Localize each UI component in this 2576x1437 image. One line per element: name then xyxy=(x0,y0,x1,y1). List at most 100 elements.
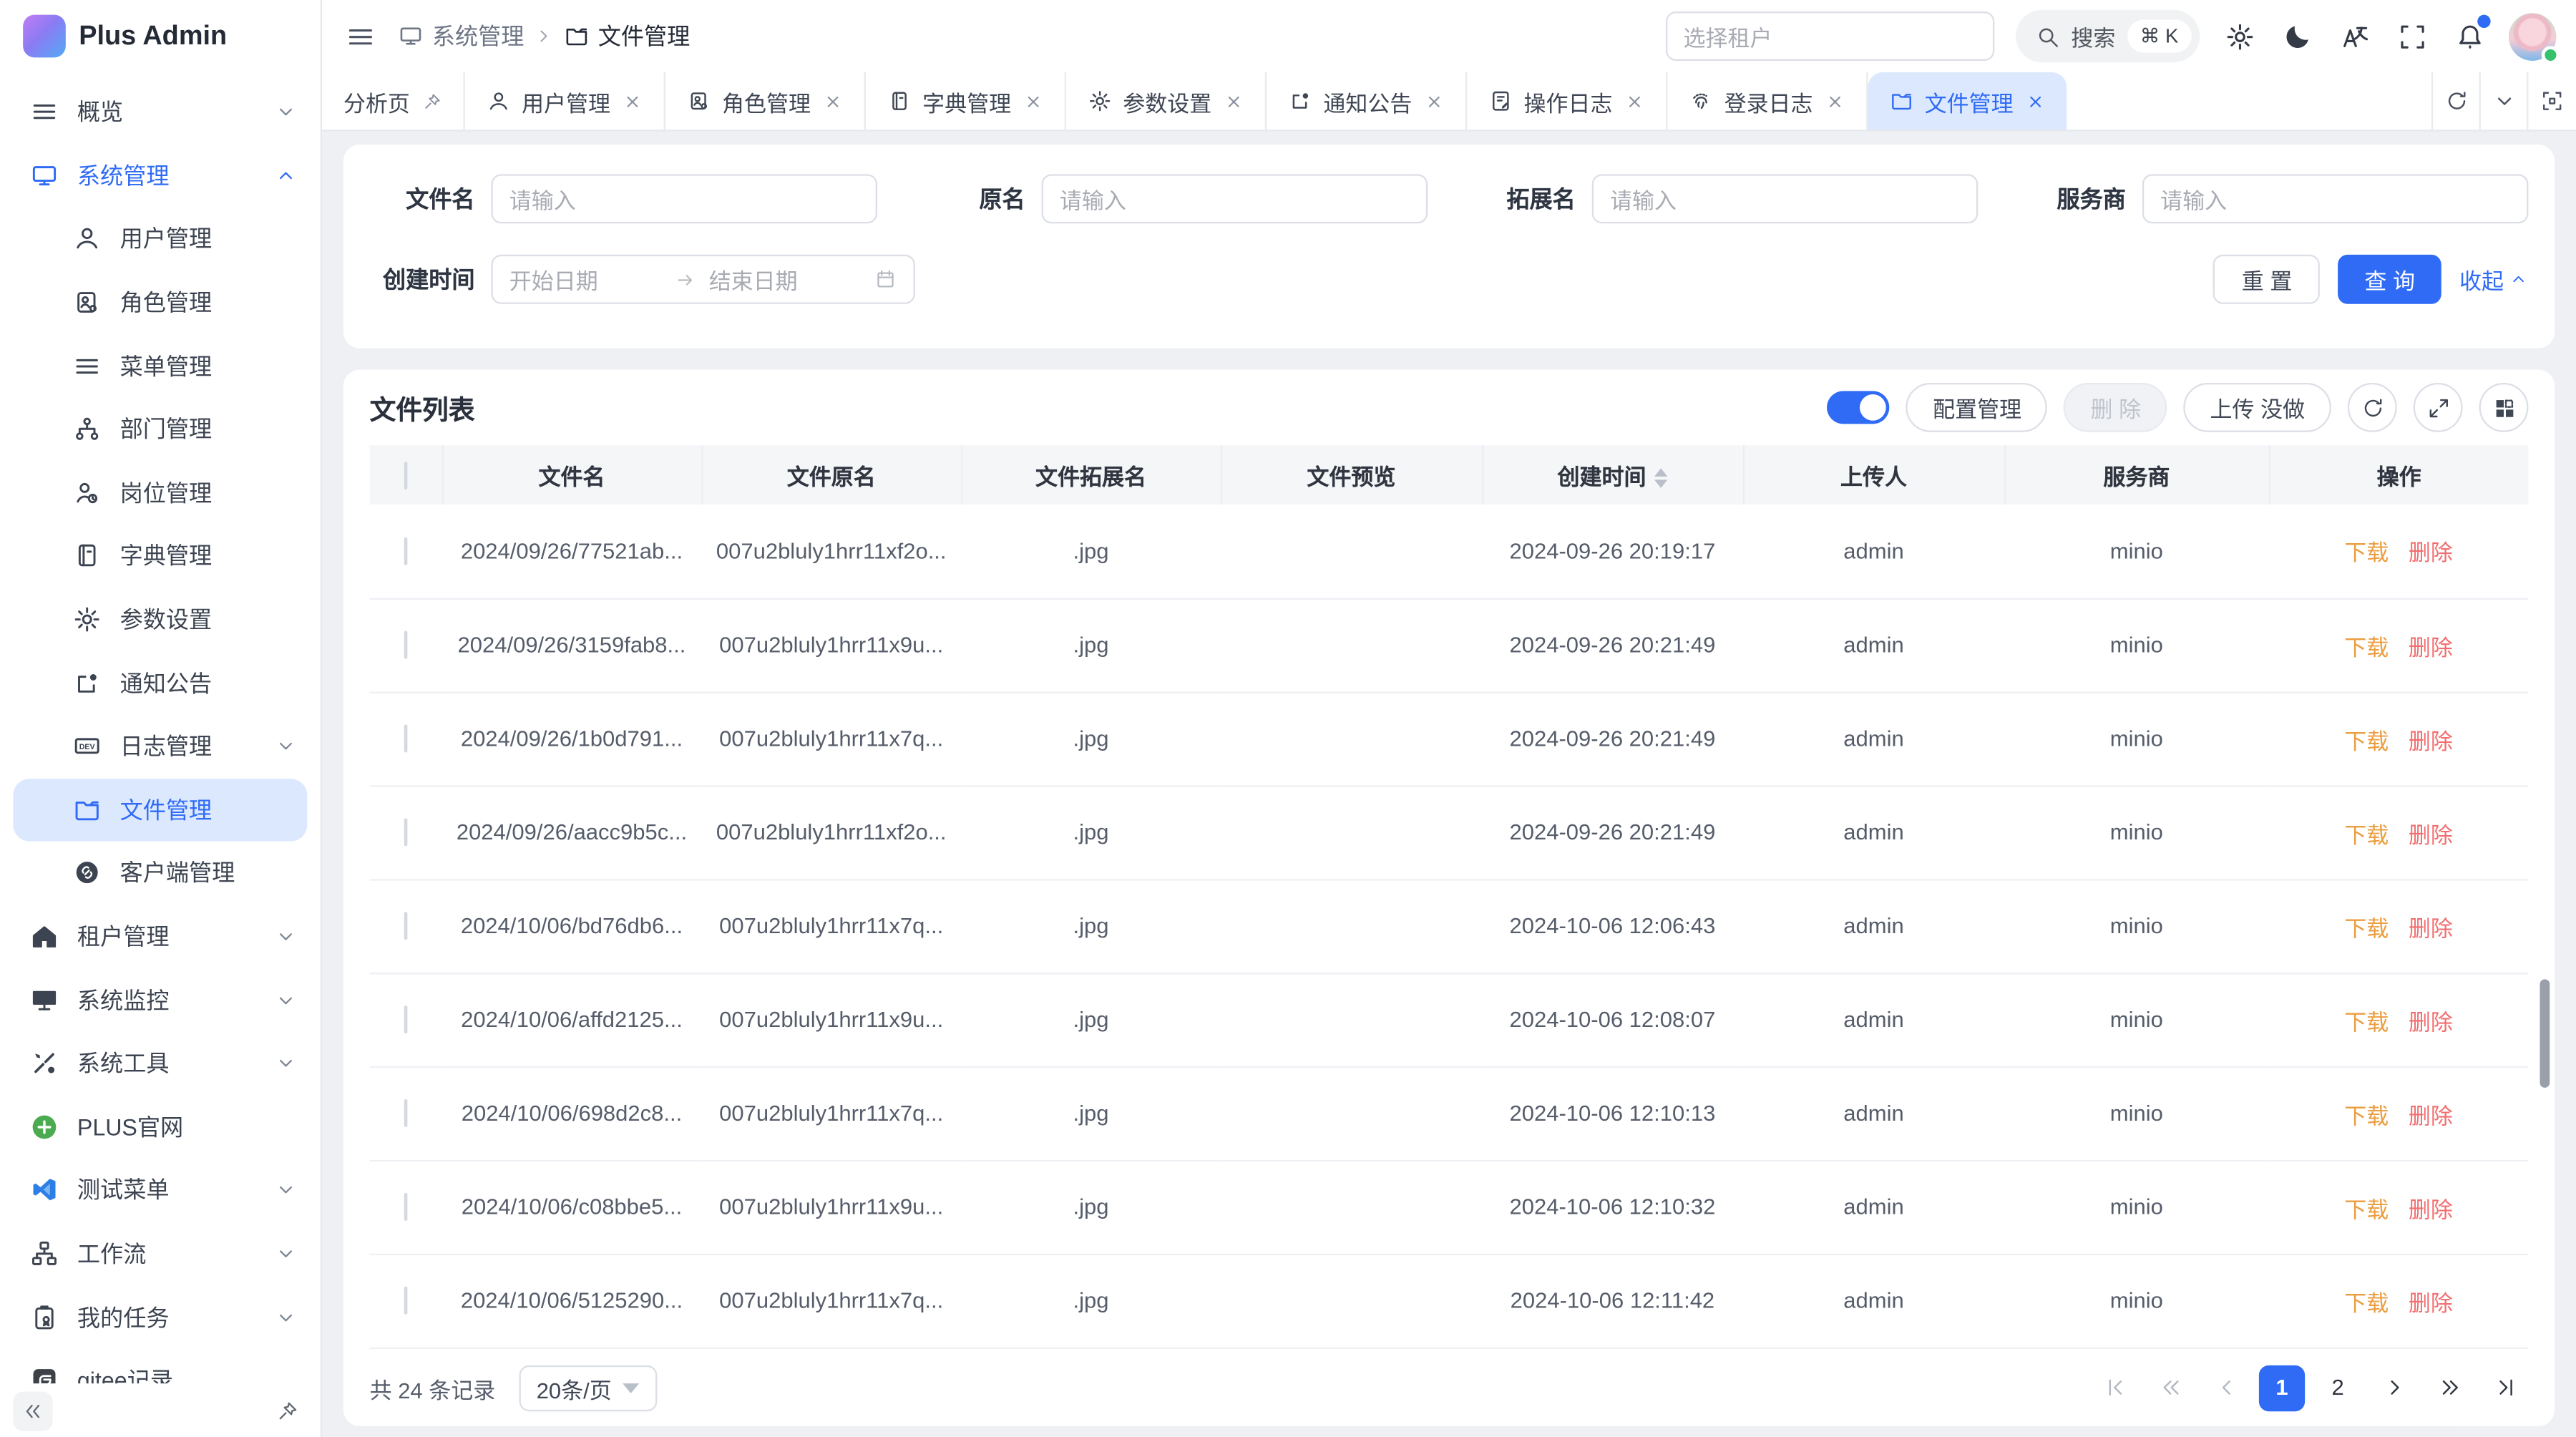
tab-4[interactable]: 参数设置 xyxy=(1065,72,1266,130)
delete-link[interactable]: 删除 xyxy=(2409,910,2453,942)
close-icon[interactable] xyxy=(2025,91,2045,111)
delete-link[interactable]: 删除 xyxy=(2409,535,2453,568)
sidebar-item-4[interactable]: 菜单管理 xyxy=(0,334,321,398)
sidebar-item-13[interactable]: 租户管理 xyxy=(0,905,321,968)
tab-6[interactable]: 操作日志 xyxy=(1466,72,1667,130)
sidebar-item-10[interactable]: DEV日志管理 xyxy=(0,715,321,779)
pgnext2-button[interactable] xyxy=(2426,1365,2472,1411)
select-all-checkbox[interactable] xyxy=(404,461,407,489)
notifications-button[interactable] xyxy=(2451,18,2488,54)
tab-8[interactable]: 文件管理 xyxy=(1867,72,2066,130)
sidebar-item-19[interactable]: 我的任务 xyxy=(0,1285,321,1349)
tab-2[interactable]: 角色管理 xyxy=(665,72,865,130)
delete-link[interactable]: 删除 xyxy=(2409,722,2453,755)
tab-refresh-button[interactable] xyxy=(2433,72,2481,130)
page-button-2[interactable]: 2 xyxy=(2315,1365,2361,1411)
tab-7[interactable]: 登录日志 xyxy=(1667,72,1867,130)
pin-icon[interactable] xyxy=(421,91,441,111)
sidebar-item-2[interactable]: 用户管理 xyxy=(0,208,321,271)
filename-input[interactable]: 请输入 xyxy=(491,174,877,223)
refresh-table-button[interactable] xyxy=(2348,383,2397,432)
sidebar-item-0[interactable]: 概览 xyxy=(0,81,321,145)
tab-1[interactable]: 用户管理 xyxy=(464,72,665,130)
search-toggle[interactable] xyxy=(1828,391,1890,424)
tab-3[interactable]: 字典管理 xyxy=(865,72,1065,130)
origin-name-input[interactable]: 请输入 xyxy=(1042,174,1428,223)
pgfirst-button[interactable] xyxy=(2092,1365,2137,1411)
delete-link[interactable]: 删除 xyxy=(2409,1003,2453,1036)
close-icon[interactable] xyxy=(822,91,842,111)
expand-table-button[interactable] xyxy=(2414,383,2463,432)
sidebar-item-16[interactable]: PLUS官网 xyxy=(0,1095,321,1159)
delete-link[interactable]: 删除 xyxy=(2409,1190,2453,1223)
sidebar-item-9[interactable]: 通知公告 xyxy=(0,651,321,715)
row-checkbox[interactable] xyxy=(404,818,408,846)
row-checkbox[interactable] xyxy=(404,1193,408,1221)
download-link[interactable]: 下载 xyxy=(2344,816,2389,849)
config-manage-button[interactable]: 配置管理 xyxy=(1906,383,2047,432)
upload-button[interactable]: 上传 没做 xyxy=(2184,383,2331,432)
sort-icon[interactable] xyxy=(1654,469,1667,489)
table-scrollbar[interactable] xyxy=(2540,979,2550,1088)
row-checkbox[interactable] xyxy=(404,1099,408,1127)
tab-maximize-button[interactable] xyxy=(2528,72,2576,130)
sidebar-item-8[interactable]: 参数设置 xyxy=(0,588,321,651)
delete-button[interactable]: 删 除 xyxy=(2064,383,2167,432)
delete-link[interactable]: 删除 xyxy=(2409,816,2453,849)
language-button[interactable] xyxy=(2336,18,2373,54)
row-checkbox[interactable] xyxy=(404,912,408,940)
close-icon[interactable] xyxy=(1423,91,1443,111)
sidebar-item-7[interactable]: 字典管理 xyxy=(0,525,321,588)
date-range-input[interactable]: 开始日期 结束日期 xyxy=(491,255,914,304)
fullscreen-button[interactable] xyxy=(2394,18,2430,54)
close-icon[interactable] xyxy=(1624,91,1644,111)
close-icon[interactable] xyxy=(622,91,642,111)
tab-0[interactable]: 分析页 xyxy=(322,72,464,130)
provider-input[interactable]: 请输入 xyxy=(2142,174,2529,223)
page-button-1[interactable]: 1 xyxy=(2259,1365,2305,1411)
tab-dropdown-button[interactable] xyxy=(2481,72,2529,130)
hamburger-menu-button[interactable] xyxy=(335,11,384,61)
column-header-4[interactable]: 创建时间 xyxy=(1482,445,1743,505)
row-checkbox[interactable] xyxy=(404,537,408,565)
sidebar-item-12[interactable]: 客户端管理 xyxy=(0,842,321,905)
pgnext-button[interactable] xyxy=(2371,1365,2416,1411)
pgprev-button[interactable] xyxy=(2203,1365,2249,1411)
close-icon[interactable] xyxy=(1223,91,1243,111)
page-size-select[interactable]: 20条/页 xyxy=(518,1365,658,1411)
download-link[interactable]: 下载 xyxy=(2344,910,2389,942)
close-icon[interactable] xyxy=(1825,91,1845,111)
row-checkbox[interactable] xyxy=(404,1287,408,1315)
sidebar-item-1[interactable]: 系统管理 xyxy=(0,144,321,208)
sidebar-item-3[interactable]: 角色管理 xyxy=(0,271,321,334)
sidebar-collapse-button[interactable] xyxy=(13,1390,52,1430)
row-checkbox[interactable] xyxy=(404,1005,408,1033)
pglast-button[interactable] xyxy=(2482,1365,2528,1411)
delete-link[interactable]: 删除 xyxy=(2409,628,2453,661)
collapse-filter-link[interactable]: 收起 xyxy=(2459,263,2528,296)
sidebar-item-6[interactable]: 岗位管理 xyxy=(0,461,321,525)
download-link[interactable]: 下载 xyxy=(2344,1097,2389,1130)
download-link[interactable]: 下载 xyxy=(2344,535,2389,568)
download-link[interactable]: 下载 xyxy=(2344,1284,2389,1317)
sidebar-item-18[interactable]: 工作流 xyxy=(0,1222,321,1285)
download-link[interactable]: 下载 xyxy=(2344,628,2389,661)
download-link[interactable]: 下载 xyxy=(2344,722,2389,755)
row-checkbox[interactable] xyxy=(404,631,408,659)
pgprev2-button[interactable] xyxy=(2147,1365,2193,1411)
delete-link[interactable]: 删除 xyxy=(2409,1284,2453,1317)
sidebar-item-5[interactable]: 部门管理 xyxy=(0,398,321,462)
download-link[interactable]: 下载 xyxy=(2344,1190,2389,1223)
avatar[interactable] xyxy=(2509,12,2557,60)
sidebar-item-17[interactable]: 测试菜单 xyxy=(0,1159,321,1222)
tab-5[interactable]: 通知公告 xyxy=(1266,72,1466,130)
column-settings-button[interactable] xyxy=(2479,383,2529,432)
delete-link[interactable]: 删除 xyxy=(2409,1097,2453,1130)
breadcrumb-item-system[interactable]: 系统管理 xyxy=(398,20,525,53)
tenant-select[interactable]: 选择租户 xyxy=(1665,11,1994,61)
global-search-button[interactable]: 搜索 ⌘ K xyxy=(2015,10,2200,62)
reset-button[interactable]: 重 置 xyxy=(2214,255,2321,304)
download-link[interactable]: 下载 xyxy=(2344,1003,2389,1036)
sidebar-item-14[interactable]: 系统监控 xyxy=(0,968,321,1032)
extension-input[interactable]: 请输入 xyxy=(1592,174,1979,223)
